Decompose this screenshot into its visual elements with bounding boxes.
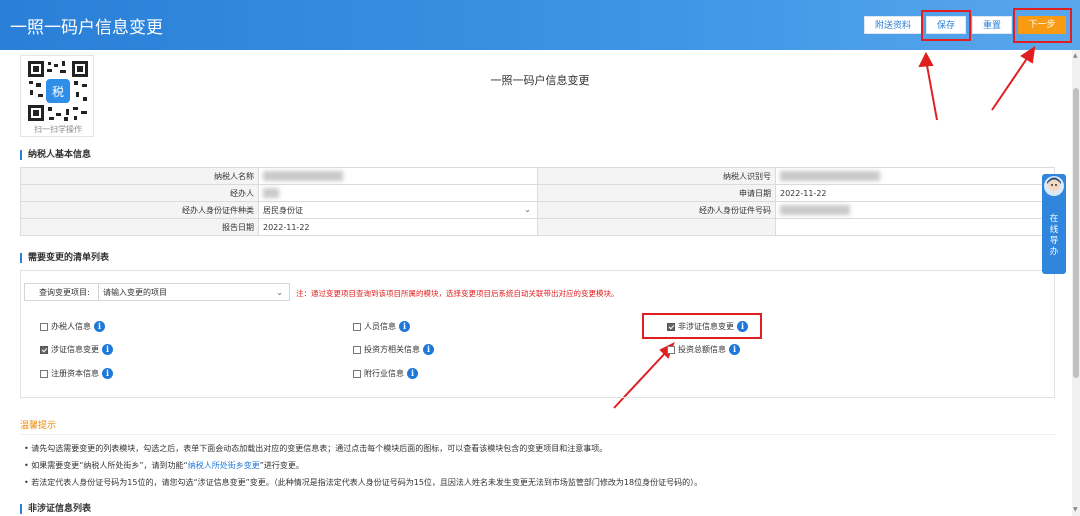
checkbox-registered-capital[interactable]: 注册资本信息 i [40,368,113,379]
qr-code-image: 税 [26,59,90,123]
tips-title: 温馨提示 [20,421,57,431]
report-date-field[interactable]: 2022-11-22 [258,218,538,236]
next-highlight-box [1013,8,1072,43]
taxpayer-name-field[interactable] [258,167,538,185]
chevron-down-icon: ⌄ [524,204,531,214]
arrow-to-save [925,59,938,121]
tip-line-2: • 如果需要变更“纳税人所处街乡”，请到功能“纳税人所处街乡变更”进行变更。 [24,460,304,471]
info-icon[interactable]: i [737,321,748,332]
query-note: 注：通过变更项目查询到该项目所属的模块，选择变更项目后系统自动关联带出对应的变更… [296,289,619,298]
info-icon[interactable]: i [399,321,410,332]
info-icon[interactable]: i [102,344,113,355]
page-title: 一照一码户信息变更 [490,74,590,87]
arrowhead-save [918,51,934,68]
checkbox[interactable] [353,369,361,378]
divider [20,434,1055,435]
id-type-value: 居民身份证 [263,205,303,215]
scroll-down-icon[interactable]: ▼ [1073,506,1078,513]
reset-button[interactable]: 重置 [972,16,1012,34]
tip-line-1: • 请先勾选需要变更的列表模块，勾选之后，表单下面会动态加载出对应的变更信息表；… [24,444,608,453]
header-title: 一照一码户信息变更 [10,18,163,38]
info-icon[interactable]: i [94,321,105,332]
checkbox-total-investment[interactable]: 投资总额信息 i [667,344,740,355]
table-label: 经办人身份证件种类 [20,201,259,219]
qr-caption: 扫一扫学操作 [34,125,82,134]
application-date-field[interactable]: 2022-11-22 [775,184,1055,202]
taxpayer-section-title: 纳税人基本信息 [20,150,91,160]
redacted-value [780,171,880,181]
table-label: 报告日期 [20,218,259,236]
change-list-section-title: 需要变更的清单列表 [20,253,109,263]
agent-name-field[interactable] [258,184,538,202]
redacted-value [780,205,850,215]
table-row: 经办人 申请日期 2022-11-22 [20,184,1055,202]
checkbox-label: 非涉证信息变更 [678,322,734,331]
checkbox-label: 投资方相关信息 [364,345,420,354]
tip-text: ”进行变更。 [259,461,304,470]
checkbox-label: 注册资本信息 [51,369,99,378]
scrollbar-thumb[interactable] [1073,88,1079,378]
info-icon[interactable]: i [407,368,418,379]
table-label [537,218,776,236]
redacted-value [263,188,279,198]
checkbox-taxpayer-agent-info[interactable]: 办税人信息 i [40,321,105,332]
assistant-avatar-icon [1044,176,1064,196]
info-icon[interactable]: i [729,344,740,355]
checkbox[interactable] [40,345,48,354]
info-icon[interactable]: i [423,344,434,355]
chevron-down-icon: ⌄ [276,288,283,297]
non-license-list-title: 非涉证信息列表 [20,504,91,514]
checkbox-investor-info[interactable]: 投资方相关信息 i [353,344,434,355]
taxpayer-id-field[interactable] [775,167,1055,185]
info-icon[interactable]: i [102,368,113,379]
table-label: 纳税人名称 [20,167,259,185]
checkbox[interactable] [40,322,48,331]
qr-code-card[interactable]: 税 扫一扫学操作 [20,55,94,137]
scroll-up-icon[interactable]: ▲ [1073,52,1078,59]
online-guide-label: 在线导办 [1049,214,1059,257]
checkbox[interactable] [667,345,675,354]
checkbox-label: 办税人信息 [51,322,91,331]
checkbox[interactable] [40,369,48,378]
table-label: 经办人 [20,184,259,202]
table-label: 经办人身份证件号码 [537,201,776,219]
id-type-select[interactable]: 居民身份证 ⌄ [258,201,538,219]
table-row: 报告日期 2022-11-22 [20,218,1055,236]
save-highlight-box [921,10,971,41]
checkbox-label: 投资总额信息 [678,345,726,354]
redacted-value [263,171,343,181]
checkbox-label: 涉证信息变更 [51,345,99,354]
checkbox-subsidiary-industry[interactable]: 附行业信息 i [353,368,418,379]
taxpayer-info-table: 纳税人名称 纳税人识别号 经办人 申请日期 2022-11-22 经办人身份证件… [20,167,1055,236]
table-row: 纳税人名称 纳税人识别号 [20,167,1055,185]
change-item-search-select[interactable]: 请输入变更的项目 ⌄ [98,283,290,301]
street-change-link[interactable]: 纳税人所处街乡变更 [188,461,260,470]
checkbox-non-license-change[interactable]: 非涉证信息变更 i [667,321,748,332]
tip-text: • 如果需要变更“纳税人所处街乡”，请到功能“ [24,461,188,470]
checkbox[interactable] [353,322,361,331]
attach-documents-button[interactable]: 附送资料 [864,16,922,34]
tip-line-3: • 若法定代表人身份证号码为15位的，请您勾选“涉证信息变更”变更。（此种情况是… [24,478,703,487]
table-label: 纳税人识别号 [537,167,776,185]
checkbox-label: 人员信息 [364,322,396,331]
query-placeholder: 请输入变更的项目 [103,288,167,297]
checkbox-license-change[interactable]: 涉证信息变更 i [40,344,113,355]
table-label: 申请日期 [537,184,776,202]
arrowhead-next [1020,45,1036,64]
empty-cell [775,218,1055,236]
checkbox[interactable] [667,322,675,331]
checkbox-label: 附行业信息 [364,369,404,378]
agent-id-number-field[interactable] [775,201,1055,219]
table-row: 经办人身份证件种类 居民身份证 ⌄ 经办人身份证件号码 [20,201,1055,219]
checkbox-personnel-info[interactable]: 人员信息 i [353,321,410,332]
checkbox[interactable] [353,345,361,354]
